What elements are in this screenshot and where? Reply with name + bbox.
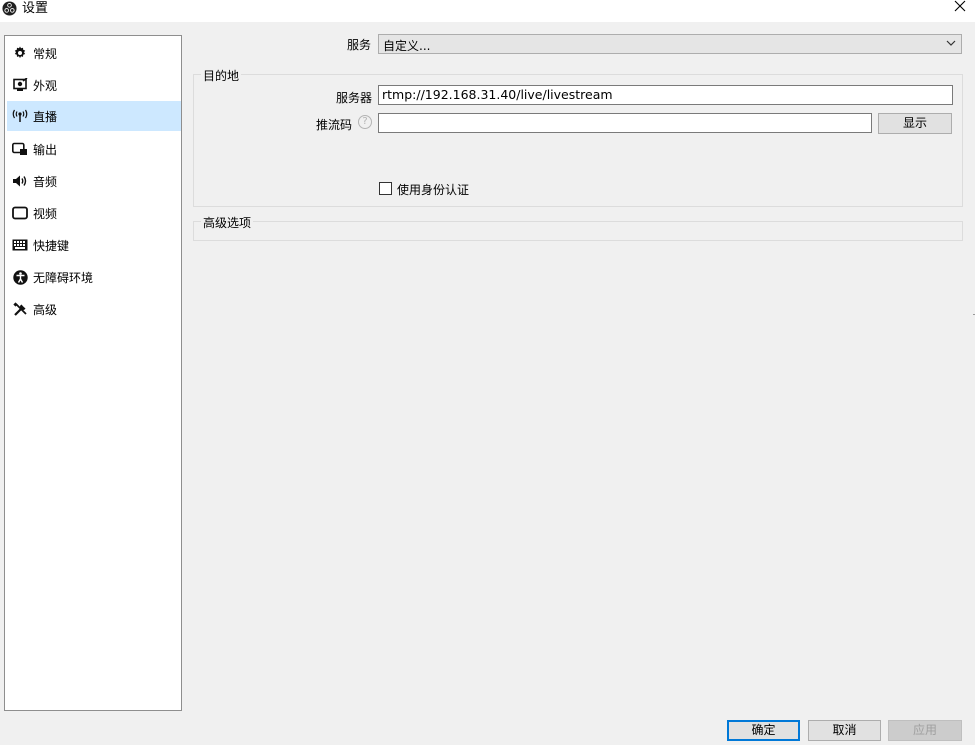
server-url-input[interactable]: rtmp://192.168.31.40/live/livestream (378, 85, 953, 105)
sidebar-item-label: 无障碍环境 (33, 270, 94, 285)
server-label: 服务器 (336, 91, 373, 105)
tools-icon (12, 301, 28, 317)
cancel-button[interactable]: 取消 (808, 720, 881, 741)
settings-sidebar: 常规 外观 直播 输出 音频 视频 快捷键 无障碍环境 高级 (4, 35, 182, 711)
apply-button[interactable]: 应用 (888, 720, 962, 741)
advanced-options-title[interactable]: 高级选项 (201, 214, 254, 231)
show-stream-key-button[interactable]: 显示 (878, 113, 952, 134)
sidebar-item-general[interactable]: 常规 (7, 38, 181, 68)
close-icon (954, 0, 966, 12)
sidebar-item-advanced[interactable]: 高级 (7, 294, 181, 324)
sidebar-item-label: 直播 (33, 109, 58, 124)
sidebar-item-label: 高级 (33, 302, 58, 317)
ok-button[interactable]: 确定 (727, 720, 800, 741)
sidebar-item-label: 常规 (33, 46, 58, 61)
sidebar-item-label: 输出 (33, 142, 58, 157)
help-icon[interactable]: ? (358, 115, 372, 129)
keyboard-icon (12, 237, 28, 253)
use-auth-checkbox[interactable] (379, 182, 392, 195)
stream-key-label: 推流码 (316, 118, 353, 132)
use-auth-label[interactable]: 使用身份认证 (397, 181, 469, 198)
stream-key-input[interactable] (378, 113, 872, 133)
chevron-down-icon (946, 40, 956, 46)
speaker-icon (12, 173, 28, 189)
monitor-icon (12, 205, 28, 221)
appearance-icon (12, 77, 28, 93)
title-bar: 设置 (0, 0, 975, 22)
accessibility-icon (12, 269, 28, 285)
destination-group-title: 目的地 (201, 67, 242, 84)
sidebar-item-label: 快捷键 (33, 238, 70, 253)
sidebar-item-audio[interactable]: 音频 (7, 166, 181, 196)
broadcast-icon (12, 108, 28, 124)
service-dropdown-value: 自定义... (383, 39, 431, 53)
sidebar-item-label: 视频 (33, 206, 58, 221)
sidebar-item-hotkeys[interactable]: 快捷键 (7, 230, 181, 260)
gear-icon (12, 45, 28, 61)
sidebar-item-accessibility[interactable]: 无障碍环境 (7, 262, 181, 292)
sidebar-item-video[interactable]: 视频 (7, 198, 181, 228)
close-button[interactable] (929, 0, 975, 22)
advanced-options-group[interactable] (193, 221, 963, 241)
service-label: 服务 (347, 38, 372, 52)
sidebar-item-appearance[interactable]: 外观 (7, 70, 181, 100)
sidebar-item-label: 外观 (33, 78, 58, 93)
sidebar-item-label: 音频 (33, 174, 58, 189)
output-icon (12, 141, 28, 157)
obs-logo-icon (2, 1, 17, 16)
sidebar-item-stream[interactable]: 直播 (7, 101, 181, 131)
service-dropdown[interactable]: 自定义... (378, 34, 962, 54)
window-title: 设置 (22, 1, 49, 16)
sidebar-item-output[interactable]: 输出 (7, 134, 181, 164)
